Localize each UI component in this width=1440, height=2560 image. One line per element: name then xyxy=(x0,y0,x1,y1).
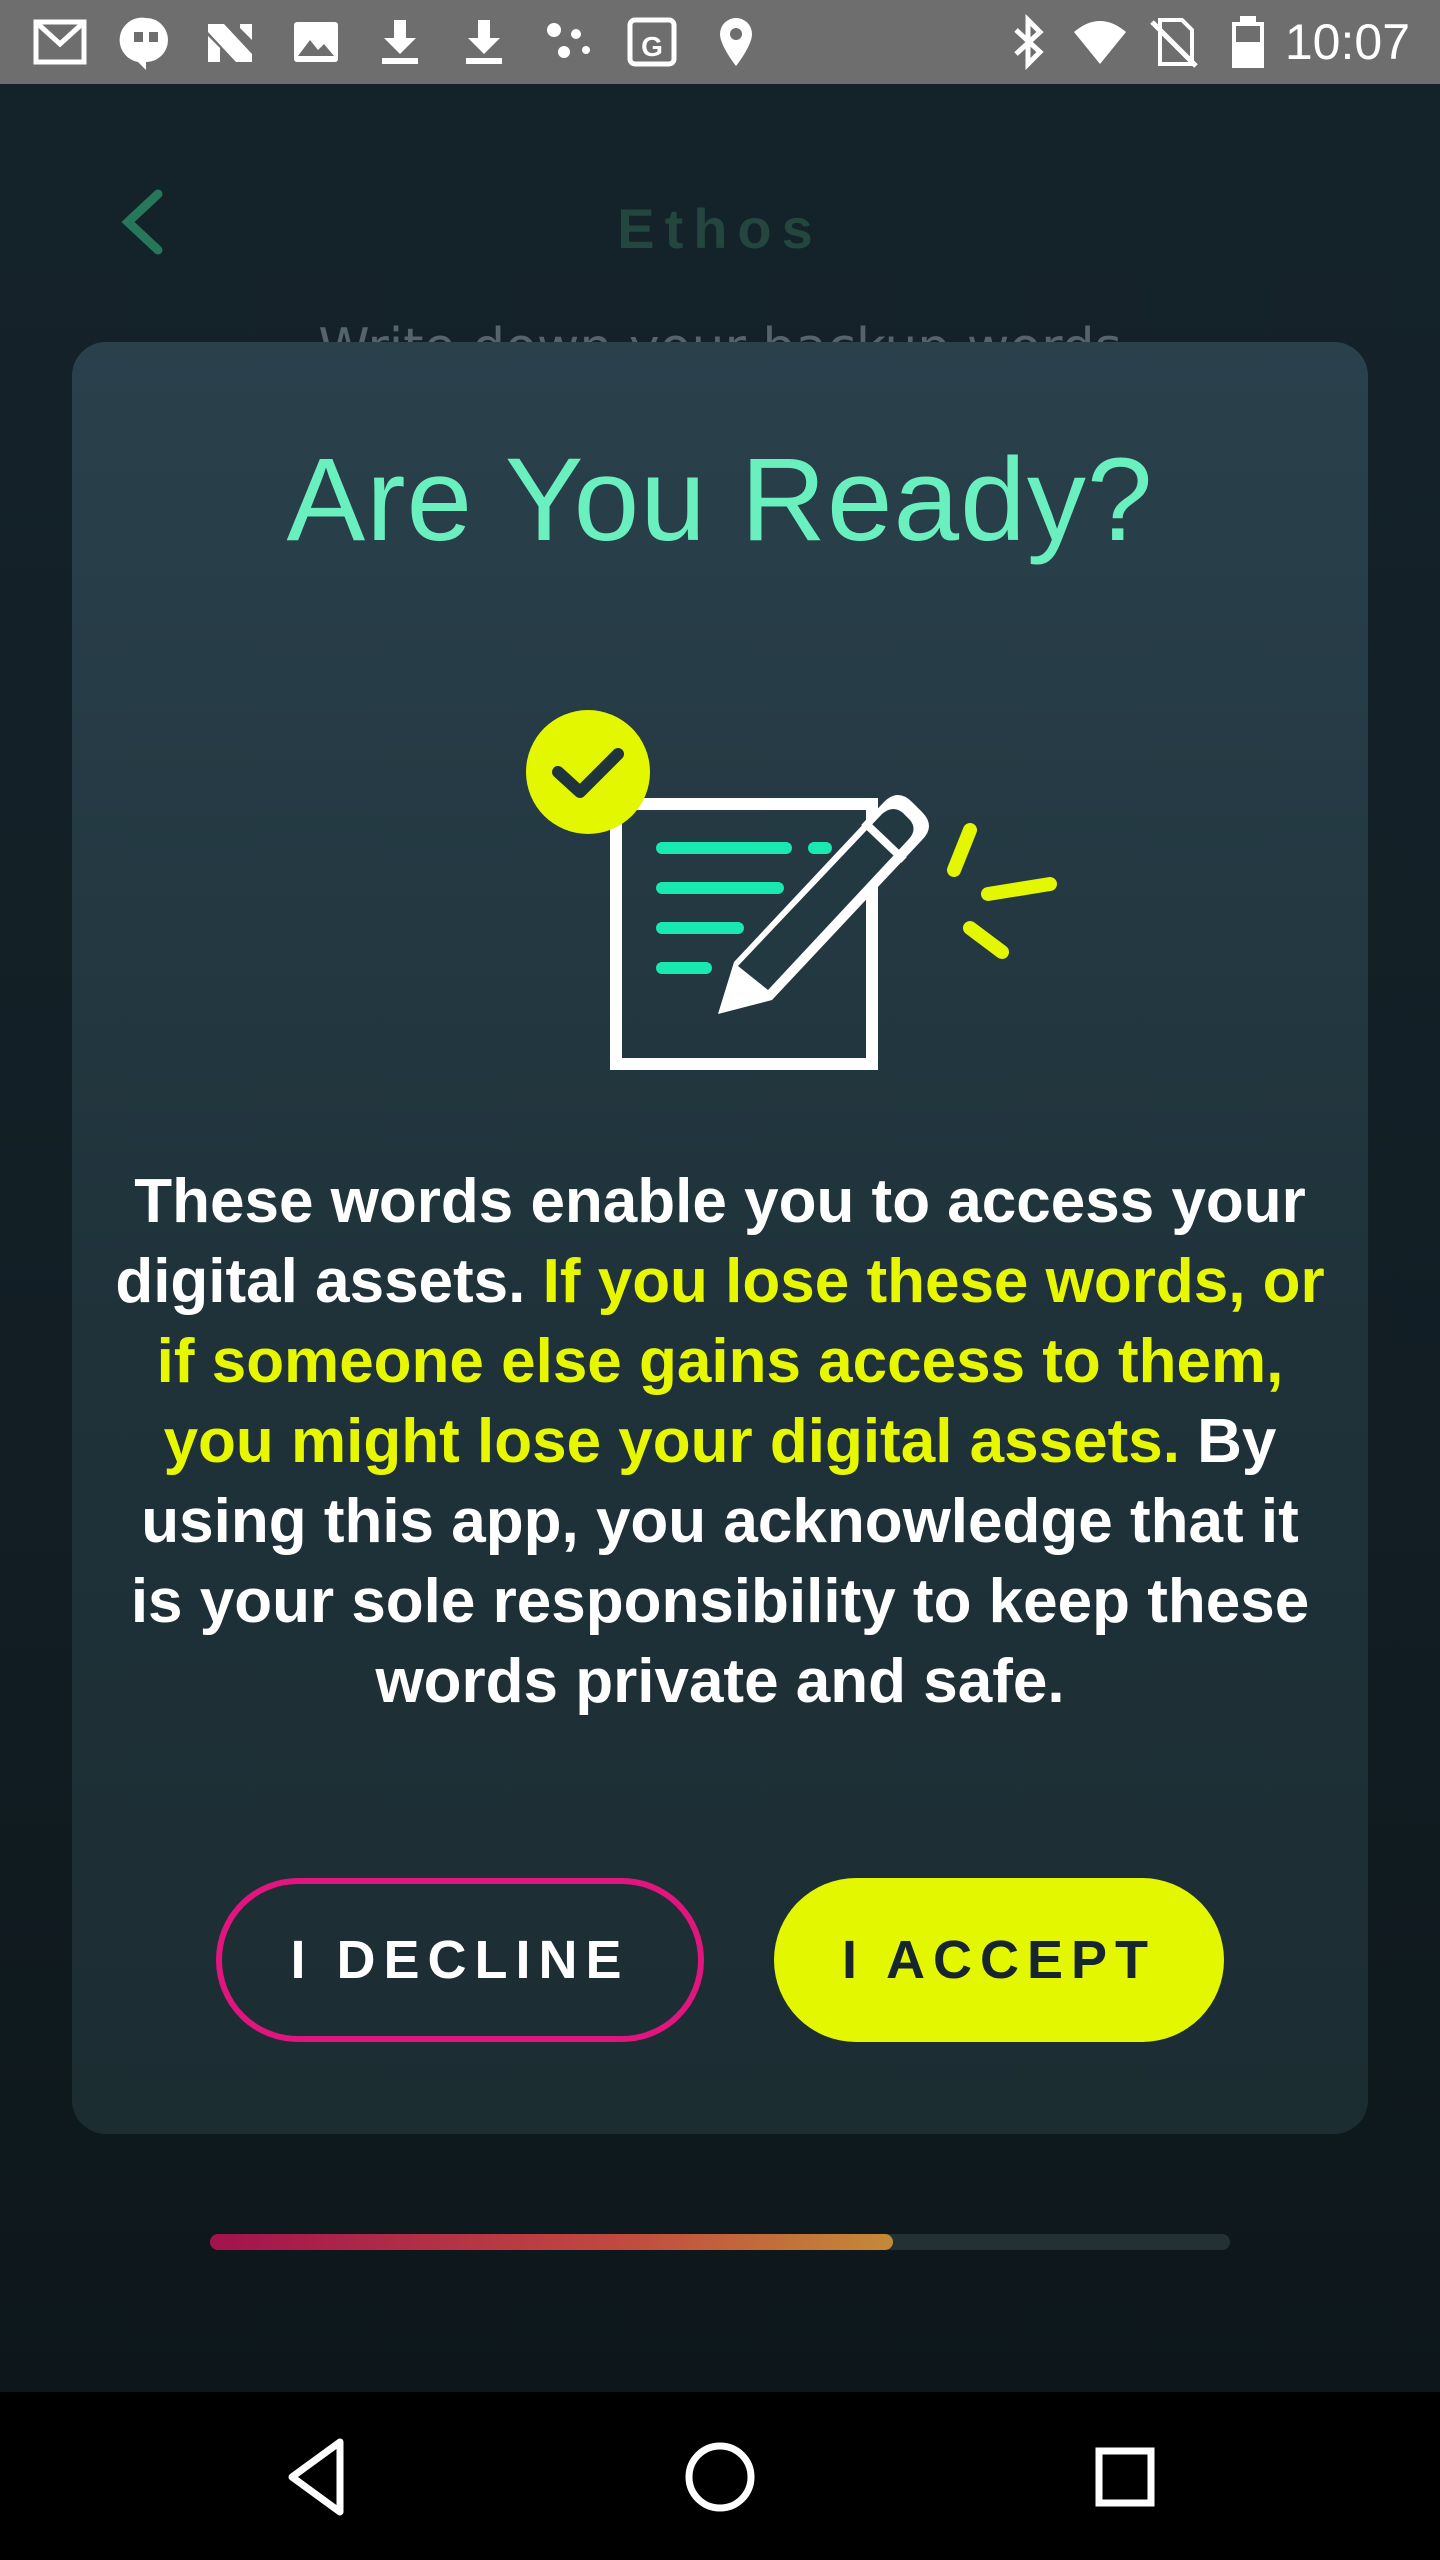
recents-nav-button[interactable] xyxy=(1080,2432,1170,2522)
clock: 10:07 xyxy=(1284,14,1410,70)
background-instruction-text: Write down your backup words xyxy=(0,318,1440,344)
news-icon xyxy=(202,14,258,70)
dots-icon xyxy=(540,14,596,70)
triangle-back-icon xyxy=(288,2438,344,2516)
accept-button-label: I ACCEPT xyxy=(841,1930,1156,1990)
dialog-message: These words enable you to access your di… xyxy=(112,1162,1328,1722)
wifi-icon xyxy=(1072,14,1128,70)
download-icon xyxy=(372,14,428,70)
dialog-title: Are You Ready? xyxy=(286,434,1154,566)
accept-button[interactable]: I ACCEPT xyxy=(774,1878,1224,2042)
decline-button[interactable]: I DECLINE xyxy=(216,1878,704,2042)
svg-text:G: G xyxy=(641,31,663,62)
image-icon xyxy=(288,14,344,70)
download-icon xyxy=(456,14,512,70)
back-nav-button[interactable] xyxy=(274,2432,364,2522)
decline-button-label: I DECLINE xyxy=(290,1930,630,1990)
gmail-icon xyxy=(32,14,88,70)
bluetooth-icon xyxy=(1000,14,1056,70)
status-bar: G 10:07 xyxy=(0,0,1440,84)
navigation-bar xyxy=(0,2392,1440,2560)
home-nav-button[interactable] xyxy=(675,2432,765,2522)
signed-document-icon xyxy=(442,692,1092,1082)
square-recents-icon xyxy=(1095,2447,1155,2507)
app-title: Ethos xyxy=(617,197,823,260)
location-icon xyxy=(708,14,764,70)
confirmation-dialog: Are You Ready? These words enable you to… xyxy=(72,342,1368,2134)
no-sim-icon xyxy=(1146,14,1202,70)
maps-icon: G xyxy=(624,14,680,70)
hangouts-icon xyxy=(118,14,174,70)
progress-bar xyxy=(210,2234,1230,2250)
circle-home-icon xyxy=(685,2442,755,2512)
progress-fill xyxy=(210,2234,894,2250)
battery-icon xyxy=(1220,14,1276,70)
